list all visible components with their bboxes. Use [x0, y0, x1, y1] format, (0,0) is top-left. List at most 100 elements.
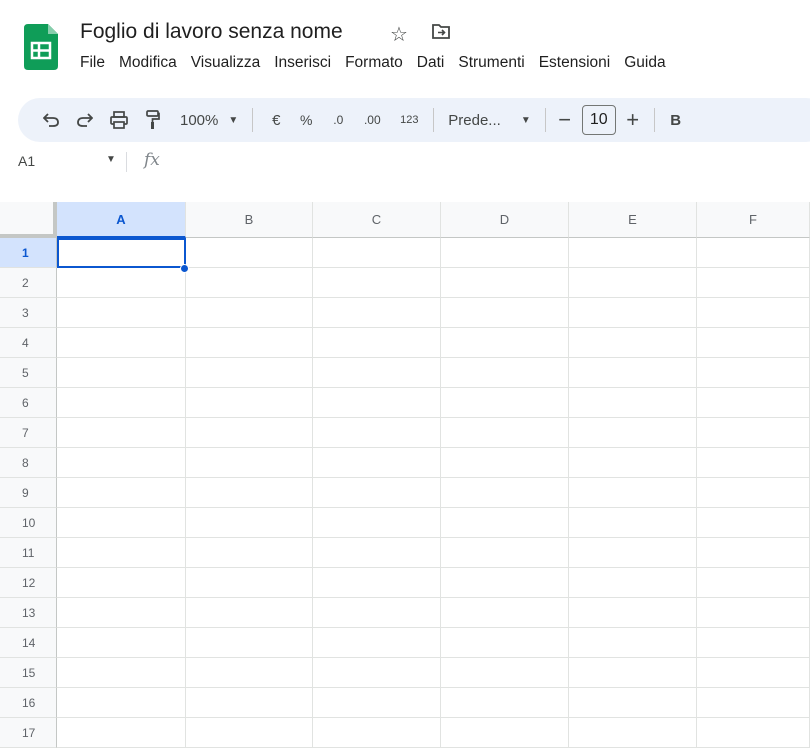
grid-cell[interactable]: [57, 298, 186, 328]
grid-cell[interactable]: [441, 478, 569, 508]
grid-cell[interactable]: [313, 568, 441, 598]
row-header[interactable]: 12: [0, 568, 57, 598]
grid-cell[interactable]: [186, 448, 313, 478]
row-header[interactable]: 13: [0, 598, 57, 628]
grid-cell[interactable]: [57, 568, 186, 598]
fill-handle[interactable]: [180, 264, 189, 273]
column-header-d[interactable]: D: [441, 202, 569, 238]
grid-cell[interactable]: [186, 688, 313, 718]
grid-cell[interactable]: [441, 388, 569, 418]
menu-file[interactable]: File: [80, 54, 112, 72]
grid-cell[interactable]: [186, 268, 313, 298]
grid-cell[interactable]: [313, 388, 441, 418]
grid-cell[interactable]: [57, 238, 186, 268]
grid-cell[interactable]: [441, 358, 569, 388]
sheets-logo-icon[interactable]: [24, 24, 58, 70]
row-header[interactable]: 1: [0, 238, 57, 268]
grid-cell[interactable]: [313, 598, 441, 628]
decrease-font-size-button[interactable]: −: [554, 105, 576, 135]
grid-cell[interactable]: [186, 568, 313, 598]
grid-cell[interactable]: [569, 388, 697, 418]
grid-cell[interactable]: [569, 328, 697, 358]
grid-cell[interactable]: [697, 658, 810, 688]
grid-cell[interactable]: [569, 658, 697, 688]
font-family-select[interactable]: Prede... ▼: [448, 105, 530, 135]
grid-cell[interactable]: [441, 448, 569, 478]
grid-cell[interactable]: [57, 418, 186, 448]
grid-cell[interactable]: [697, 238, 810, 268]
grid-cell[interactable]: [569, 478, 697, 508]
row-header[interactable]: 16: [0, 688, 57, 718]
print-icon[interactable]: [106, 105, 132, 135]
grid-cell[interactable]: [441, 718, 569, 748]
grid-cell[interactable]: [57, 508, 186, 538]
grid-cell[interactable]: [186, 628, 313, 658]
grid-cell[interactable]: [697, 598, 810, 628]
row-header[interactable]: 2: [0, 268, 57, 298]
menu-help[interactable]: Guida: [617, 54, 672, 72]
grid-cell[interactable]: [57, 718, 186, 748]
paint-format-icon[interactable]: [140, 105, 166, 135]
grid-cell[interactable]: [313, 298, 441, 328]
grid-cell[interactable]: [186, 298, 313, 328]
grid-cell[interactable]: [186, 508, 313, 538]
grid-cell[interactable]: [697, 718, 810, 748]
row-header[interactable]: 17: [0, 718, 57, 748]
grid-cell[interactable]: [313, 328, 441, 358]
grid-cell[interactable]: [569, 358, 697, 388]
grid-cell[interactable]: [697, 628, 810, 658]
grid-cell[interactable]: [186, 328, 313, 358]
grid-cell[interactable]: [186, 598, 313, 628]
grid-cell[interactable]: [313, 538, 441, 568]
menu-edit[interactable]: Modifica: [112, 54, 184, 72]
grid-cell[interactable]: [697, 268, 810, 298]
grid-cell[interactable]: [186, 478, 313, 508]
grid-cell[interactable]: [441, 538, 569, 568]
grid-cell[interactable]: [697, 328, 810, 358]
row-header[interactable]: 5: [0, 358, 57, 388]
grid-cell[interactable]: [697, 508, 810, 538]
grid-cell[interactable]: [441, 268, 569, 298]
document-title[interactable]: Foglio di lavoro senza nome: [80, 20, 343, 44]
increase-font-size-button[interactable]: +: [622, 105, 644, 135]
grid-cell[interactable]: [313, 508, 441, 538]
grid-cell[interactable]: [186, 718, 313, 748]
grid-cell[interactable]: [441, 508, 569, 538]
menu-tools[interactable]: Strumenti: [451, 54, 531, 72]
column-header-e[interactable]: E: [569, 202, 697, 238]
grid-cell[interactable]: [313, 658, 441, 688]
grid-cell[interactable]: [441, 658, 569, 688]
grid-cell[interactable]: [697, 388, 810, 418]
grid-cell[interactable]: [569, 538, 697, 568]
grid-cell[interactable]: [569, 598, 697, 628]
grid-cell[interactable]: [697, 418, 810, 448]
grid-cell[interactable]: [57, 448, 186, 478]
chevron-down-icon[interactable]: ▼: [106, 154, 116, 165]
grid-cell[interactable]: [697, 538, 810, 568]
grid-cell[interactable]: [441, 598, 569, 628]
font-size-input[interactable]: 10: [581, 105, 616, 135]
grid-cell[interactable]: [441, 238, 569, 268]
name-box[interactable]: A1: [18, 153, 35, 169]
zoom-select[interactable]: 100% ▼: [180, 105, 238, 135]
grid-cell[interactable]: [313, 688, 441, 718]
grid-cell[interactable]: [569, 508, 697, 538]
grid-cell[interactable]: [569, 628, 697, 658]
grid-cell[interactable]: [186, 418, 313, 448]
grid-cell[interactable]: [441, 568, 569, 598]
grid-cell[interactable]: [57, 598, 186, 628]
grid-cell[interactable]: [57, 538, 186, 568]
grid-cell[interactable]: [57, 628, 186, 658]
row-header[interactable]: 8: [0, 448, 57, 478]
grid-cell[interactable]: [57, 388, 186, 418]
undo-icon[interactable]: [38, 105, 64, 135]
grid-cell[interactable]: [57, 268, 186, 298]
column-header-a[interactable]: A: [57, 202, 186, 238]
number-format-button[interactable]: 123: [395, 105, 423, 135]
row-header[interactable]: 14: [0, 628, 57, 658]
bold-button[interactable]: B: [665, 105, 687, 135]
grid-cell[interactable]: [186, 538, 313, 568]
grid-cell[interactable]: [441, 298, 569, 328]
row-header[interactable]: 11: [0, 538, 57, 568]
percent-format-button[interactable]: %: [295, 105, 317, 135]
